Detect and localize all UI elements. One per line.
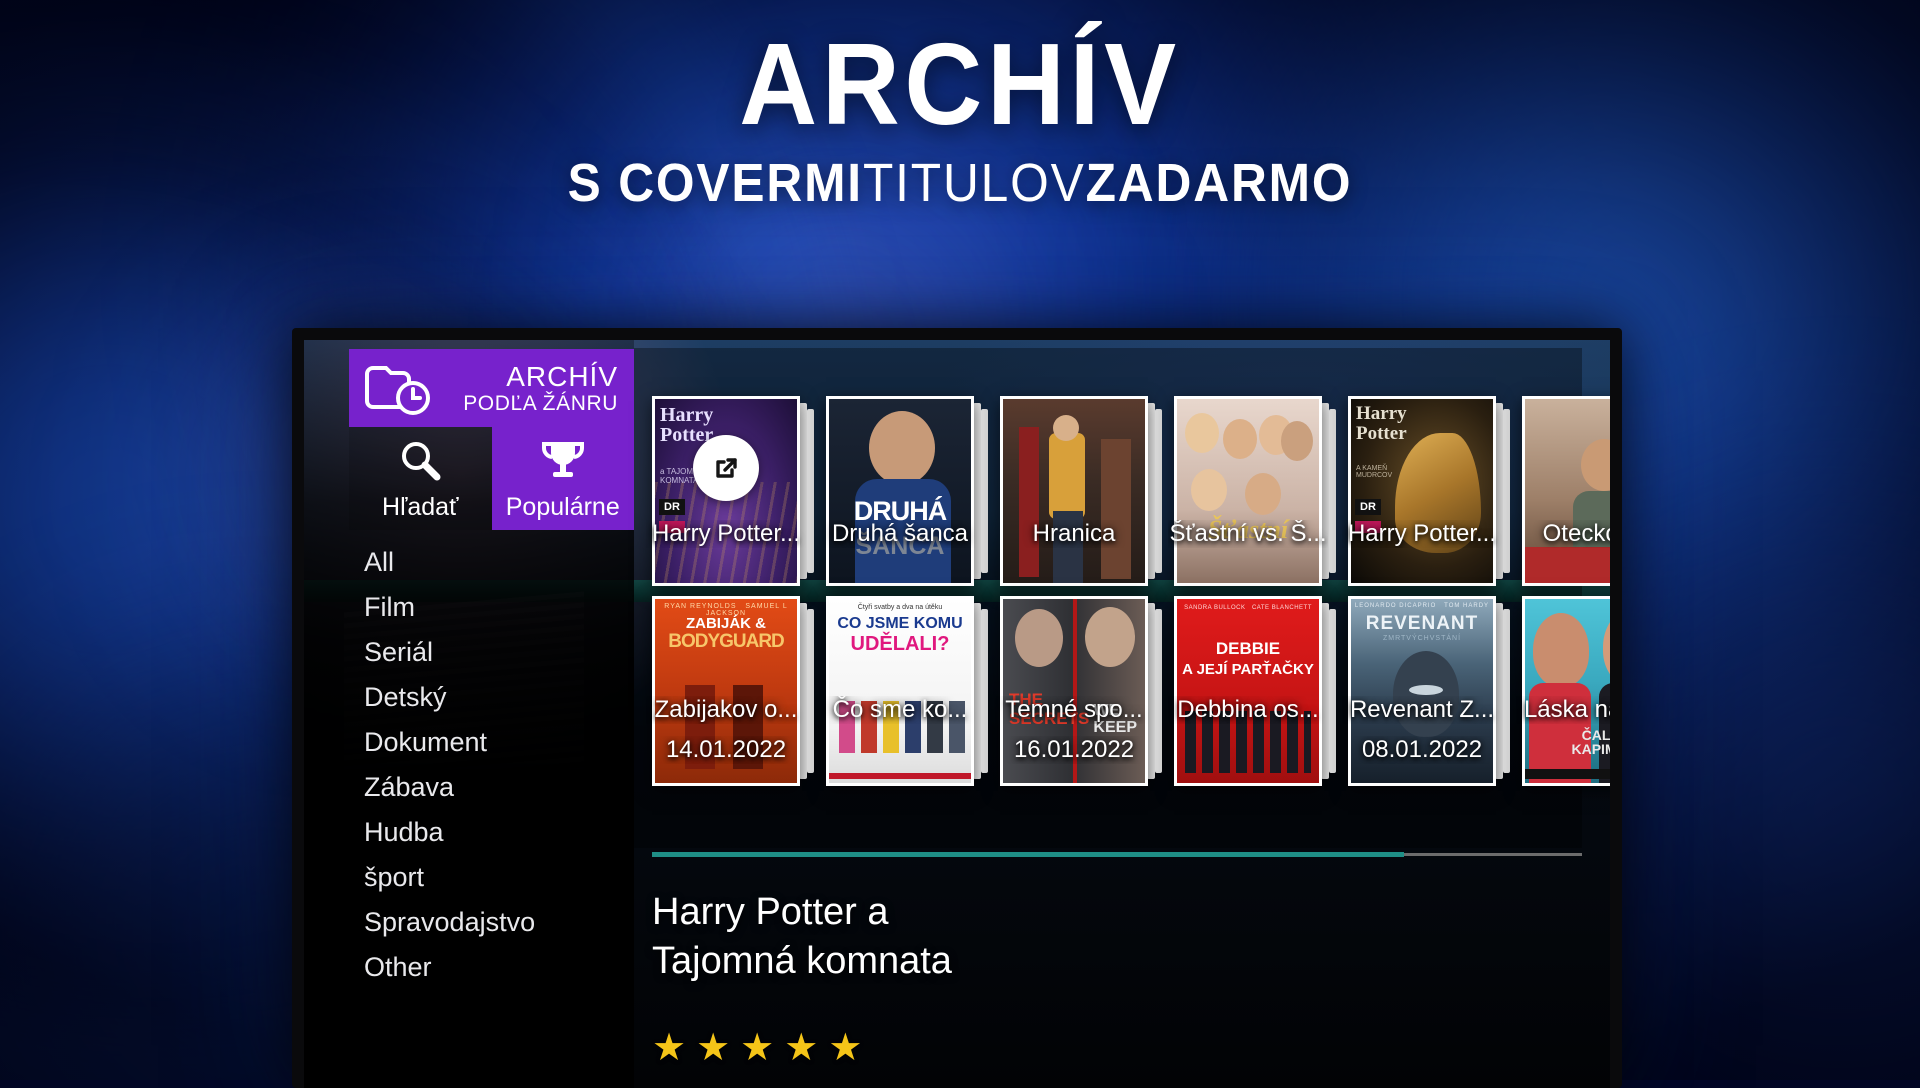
- star-icon: ★: [828, 1027, 863, 1070]
- genre-label: All: [364, 547, 395, 577]
- poster-title: Šťastní vs. Š...: [1169, 520, 1327, 547]
- sidebar-item-hudba[interactable]: Hudba: [304, 810, 634, 855]
- trophy-icon: [540, 427, 586, 493]
- sidebar-header-text: ARCHÍV PODĽA ŽÁNRU: [447, 361, 618, 416]
- poster-card[interactable]: DRUHÁ ŠANCA Druhá šanca: [826, 396, 988, 586]
- tab-search[interactable]: Hľadať: [349, 427, 492, 530]
- genre-label: Detský: [364, 682, 447, 712]
- poster-card[interactable]: Harry Potter a TAJOMNÁ KOMNATA DR Harry Po…: [652, 396, 814, 586]
- detail-title: Harry Potter a Tajomná komnata: [652, 891, 952, 982]
- tab-search-label: Hľadať: [382, 493, 459, 521]
- poster-date: 14.01.2022: [665, 736, 787, 763]
- poster-title: Láska na pr...: [1523, 696, 1610, 723]
- promo-subtitle-part-3: ZADARMO: [1085, 153, 1353, 213]
- poster-title: Debbina os...: [1177, 696, 1319, 723]
- poster-card[interactable]: Oteckovia: [1522, 396, 1610, 586]
- poster-image: Šťastní: [1174, 396, 1322, 586]
- tab-popular-label: Populárne: [505, 493, 620, 521]
- sidebar-item-serial[interactable]: Seriál: [304, 630, 634, 675]
- poster-title: Harry Potter...: [1347, 520, 1497, 547]
- genre-label: Other: [364, 952, 432, 982]
- sidebar-item-other[interactable]: Other: [304, 945, 634, 990]
- poster-card[interactable]: Hranica: [1000, 396, 1162, 586]
- genre-label: Spravodajstvo: [364, 907, 536, 937]
- poster-title: Harry Potter...: [651, 520, 801, 547]
- genre-label: Dokument: [364, 727, 488, 757]
- sidebar-header-subtitle: PODĽA ŽÁNRU: [463, 391, 618, 415]
- poster-image: SANDRA BULLOCK CATE BLANCHETT DEBBIE A J…: [1174, 596, 1322, 786]
- sidebar-header-archive[interactable]: ARCHÍV PODĽA ŽÁNRU: [349, 349, 634, 427]
- poster-card[interactable]: ČALKAPIMI Láska na pr...: [1522, 596, 1610, 786]
- tv-screen: sport ARCHÍV PODĽA ŽÁNRU: [304, 340, 1610, 1088]
- star-icon: ★: [740, 1027, 775, 1070]
- poster-title: Druhá šanca: [831, 520, 969, 547]
- genre-label: šport: [364, 862, 425, 892]
- sidebar-item-spravodajstvo[interactable]: Spravodajstvo: [304, 900, 634, 945]
- promo-subtitle: S COVERMI TITULOV ZADARMO: [77, 156, 1843, 210]
- genre-label: Seriál: [364, 637, 434, 667]
- page-title: ARCHÍV: [739, 19, 1181, 149]
- poster-card[interactable]: RYAN REYNOLDS SAMUEL L JACKSON ZABIJÁK &…: [652, 596, 814, 786]
- poster-image: ČALKAPIMI: [1522, 596, 1610, 786]
- folder-clock-icon: [363, 360, 433, 416]
- genre-list: All Film Seriál Detský Dokument Zábava H…: [304, 540, 634, 990]
- poster-image: Harry Potter A KAMEŇ MUDRCOV DR: [1348, 396, 1496, 586]
- sidebar: ARCHÍV PODĽA ŽÁNRU Hľadať Populárne All …: [304, 340, 634, 1088]
- poster-card[interactable]: THE SECRETS WE KEEP Temné spo... 16.01.202…: [1000, 596, 1162, 786]
- sidebar-item-sport[interactable]: šport: [304, 855, 634, 900]
- poster-title: Zabijakov o...: [654, 696, 798, 723]
- poster-image: Čtyři svatby a dva na útěku CO JSME KOMU…: [826, 596, 974, 786]
- poster-title: Čo sme ko...: [832, 696, 968, 723]
- poster-card[interactable]: LEONARDO DICAPRIO TOM HARDY REVENANT ZMR…: [1348, 596, 1510, 786]
- sidebar-item-zabava[interactable]: Zábava: [304, 765, 634, 810]
- sidebar-tabs: Hľadať Populárne: [349, 427, 634, 530]
- star-icon: ★: [784, 1027, 819, 1070]
- poster-card[interactable]: SANDRA BULLOCK CATE BLANCHETT DEBBIE A J…: [1174, 596, 1336, 786]
- sidebar-header-title: ARCHÍV: [506, 360, 618, 392]
- poster-date: 16.01.2022: [1013, 736, 1135, 763]
- search-icon: [398, 427, 442, 493]
- tv-device: sport ARCHÍV PODĽA ŽÁNRU: [292, 328, 1622, 1088]
- poster-card[interactable]: Šťastní Šťastní vs. Š...: [1169, 396, 1336, 586]
- genre-label: Zábava: [364, 772, 455, 802]
- promo-headline: ARCHÍV S COVERMI TITULOV ZADARMO: [0, 26, 1920, 210]
- rail-row-1: Harry Potter a TAJOMNÁ KOMNATA DR Harry Po…: [652, 396, 1610, 586]
- poster-title: Temné spo...: [1005, 696, 1143, 723]
- poster-date: 08.01.2022: [1361, 736, 1483, 763]
- poster-card[interactable]: Harry Potter A KAMEŇ MUDRCOV DR Harry Pott…: [1348, 396, 1510, 586]
- genre-label: Hudba: [364, 817, 444, 847]
- poster-image: DRUHÁ ŠANCA: [826, 396, 974, 586]
- star-icon: ★: [696, 1027, 731, 1070]
- rating-stars: ★ ★ ★ ★ ★: [652, 1029, 952, 1067]
- sidebar-item-dokument[interactable]: Dokument: [304, 720, 634, 765]
- poster-card[interactable]: Čtyři svatby a dva na útěku CO JSME KOMU…: [826, 596, 988, 786]
- detail-panel: Harry Potter a Tajomná komnata ★ ★ ★ ★ ★: [652, 888, 952, 1067]
- promo-subtitle-part-2: TITULOV: [862, 153, 1086, 213]
- sidebar-item-film[interactable]: Film: [304, 585, 634, 630]
- external-link-icon[interactable]: [693, 435, 759, 501]
- poster-title: Hranica: [1032, 520, 1116, 547]
- tab-popular[interactable]: Populárne: [491, 427, 634, 530]
- genre-label: Film: [364, 592, 415, 622]
- rail-row-2: RYAN REYNOLDS SAMUEL L JACKSON ZABIJÁK &…: [652, 596, 1610, 786]
- poster-title: Revenant Z...: [1349, 696, 1495, 723]
- star-icon: ★: [652, 1027, 687, 1070]
- poster-image: [1522, 396, 1610, 586]
- sidebar-item-all[interactable]: All: [304, 540, 634, 585]
- promo-subtitle-part-1: S COVERMI: [567, 153, 863, 213]
- poster-image: [1000, 396, 1148, 586]
- sidebar-item-detsky[interactable]: Detský: [304, 675, 634, 720]
- poster-title: Oteckovia: [1542, 520, 1610, 547]
